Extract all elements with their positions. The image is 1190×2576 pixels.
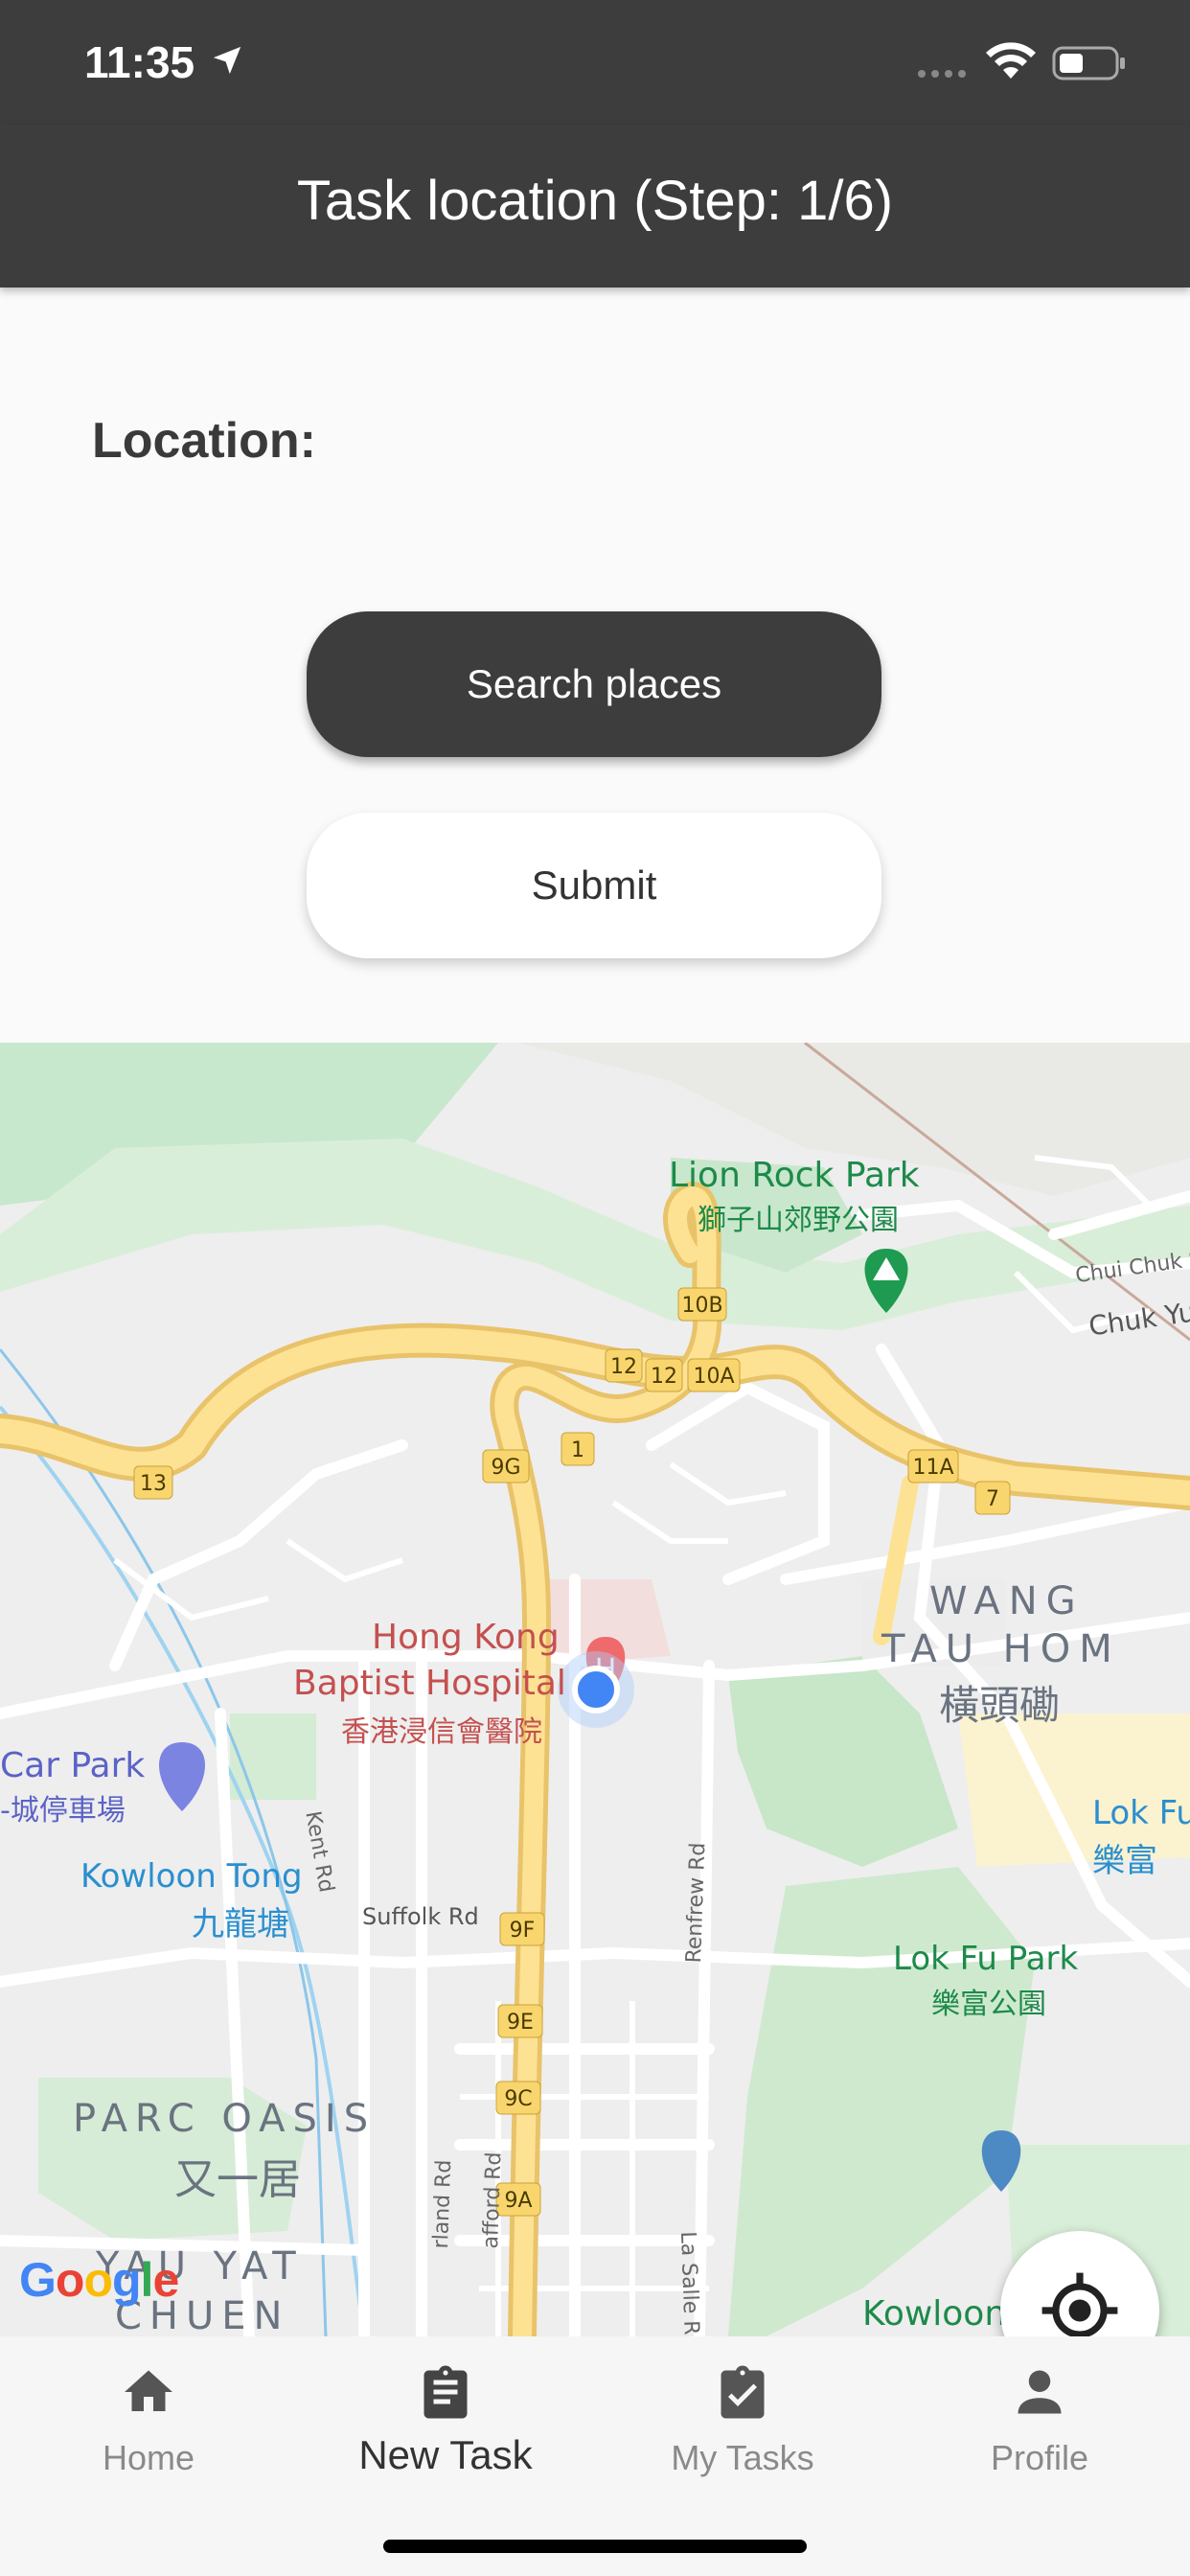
- svg-text:9F: 9F: [510, 1919, 536, 1943]
- map-label-kowloon: Kowloon: [862, 2294, 1007, 2334]
- map-label-lok-fu-zh: 樂富: [1092, 1842, 1157, 1880]
- map-label-la-salle-rd: La Salle R: [675, 2231, 703, 2336]
- tab-new-task[interactable]: New Task: [297, 2336, 594, 2509]
- map-label-car-park-zh: -城停車場: [0, 1794, 126, 1828]
- map-label-oxford-rd: rland Rd: [429, 2159, 457, 2249]
- search-places-button[interactable]: Search places: [307, 611, 881, 757]
- tab-my-tasks-label: My Tasks: [671, 2438, 814, 2477]
- svg-text:9A: 9A: [504, 2189, 532, 2213]
- crosshair-icon: [1041, 2272, 1118, 2336]
- svg-text:11A: 11A: [912, 1456, 953, 1480]
- app-header: Task location (Step: 1/6): [0, 125, 1190, 288]
- tab-my-tasks[interactable]: My Tasks: [594, 2336, 891, 2509]
- svg-text:1: 1: [571, 1438, 584, 1462]
- map-label-kowloon-tong: Kowloon Tong: [80, 1857, 303, 1896]
- location-label: Location:: [92, 413, 316, 469]
- battery-icon: [1052, 46, 1125, 80]
- status-bar: 11:35: [0, 0, 1190, 125]
- map-label-wang-tau-hom-zh: 橫頭磡: [939, 1682, 1061, 1729]
- tab-new-task-label: New Task: [358, 2432, 533, 2477]
- map-label-stafford-rd: afford Rd: [479, 2151, 507, 2249]
- map-label-renfrew-rd: Renfrew Rd: [682, 1842, 711, 1964]
- tab-home-label: Home: [102, 2438, 195, 2477]
- map-label-suffolk-rd: Suffolk Rd: [362, 1903, 479, 1930]
- map-label-lion-rock-zh: 獅子山郊野公園: [698, 1204, 899, 1237]
- svg-text:9G: 9G: [491, 1456, 520, 1480]
- home-icon: [125, 2370, 172, 2411]
- map-label-tau-hom: TAU HOM: [881, 1627, 1121, 1671]
- map-label-hospital-1: Hong Kong: [372, 1618, 560, 1657]
- svg-text:9C: 9C: [504, 2087, 532, 2111]
- map-label-hospital-2: Baptist Hospital: [293, 1664, 566, 1703]
- svg-text:12: 12: [610, 1355, 637, 1379]
- map-label-wang: WANG: [929, 1579, 1085, 1623]
- page-title: Task location (Step: 1/6): [296, 170, 894, 232]
- location-arrow-icon: [213, 46, 241, 75]
- cellular-signal-icon: [918, 70, 966, 78]
- status-time: 11:35: [84, 37, 195, 87]
- tab-home[interactable]: Home: [0, 2336, 297, 2509]
- map-label-lok-fu-park-zh: 樂富公園: [931, 1988, 1046, 2021]
- svg-text:10A: 10A: [693, 1365, 734, 1389]
- svg-text:12: 12: [651, 1365, 677, 1389]
- google-logo: Google: [19, 2253, 179, 2307]
- tab-profile-label: Profile: [990, 2438, 1089, 2477]
- submit-button[interactable]: Submit: [307, 813, 881, 958]
- map-label-lok-fu: Lok Fu: [1092, 1794, 1190, 1832]
- map-label-lion-rock: Lion Rock Park: [669, 1156, 920, 1195]
- home-indicator: [383, 2540, 807, 2553]
- map-view[interactable]: H 10B 12 12 10A 1 9G 13 11A 7 9F 9E 9C 9…: [0, 1043, 1190, 2336]
- svg-text:10B: 10B: [681, 1294, 722, 1318]
- tab-profile[interactable]: Profile: [891, 2336, 1188, 2509]
- wifi-icon: [986, 42, 1036, 79]
- svg-text:7: 7: [986, 1487, 999, 1511]
- map-label-parc-oasis-zh: 又一居: [174, 2155, 301, 2204]
- map-label-car-park: Car Park: [0, 1746, 146, 1785]
- svg-text:9E: 9E: [507, 2011, 534, 2035]
- svg-text:13: 13: [140, 1472, 167, 1496]
- map-label-lok-fu-park: Lok Fu Park: [893, 1940, 1079, 1978]
- map-label-parc-oasis: PARC OASIS: [73, 2097, 377, 2141]
- clipboard-icon: [423, 2365, 468, 2419]
- person-icon: [1018, 2370, 1062, 2414]
- map-label-hospital-zh: 香港浸信會醫院: [341, 1715, 542, 1749]
- clipboard-check-icon: [721, 2365, 765, 2419]
- map-label-kowloon-tong-zh: 九龍塘: [192, 1905, 289, 1944]
